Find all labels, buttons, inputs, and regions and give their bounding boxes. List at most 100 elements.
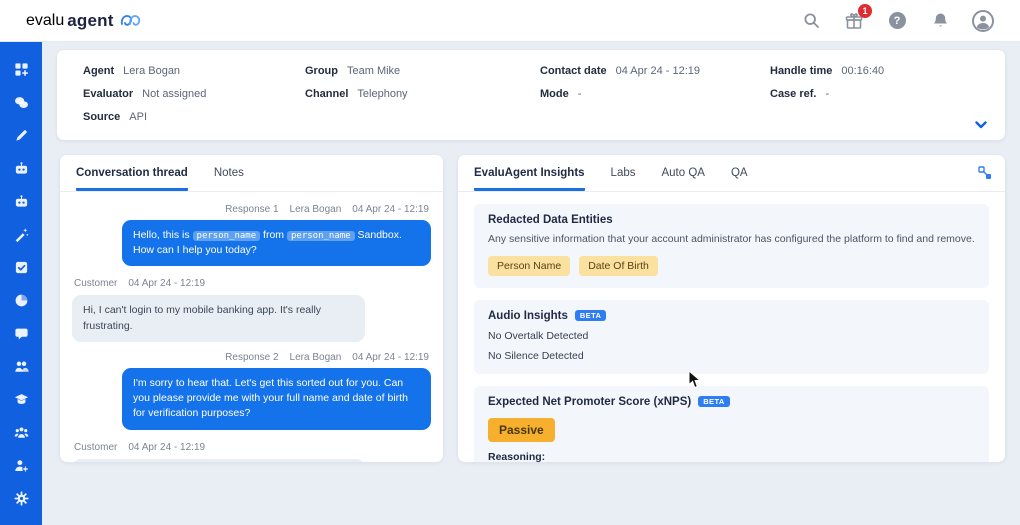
xnps-section: Expected Net Promoter Score (xNPS) BETA … [474, 386, 989, 462]
conversation-tabs: Conversation thread Notes [60, 155, 443, 192]
logo-chat-icon [120, 13, 142, 29]
message-text: from [260, 229, 287, 241]
insights-tabs: EvaluAgent Insights Labs Auto QA QA [458, 155, 1005, 192]
search-icon[interactable] [800, 10, 822, 32]
source-label: Source [83, 110, 120, 124]
redacted-entities-title: Redacted Data Entities [488, 214, 975, 226]
redacted-entities-section: Redacted Data Entities Any sensitive inf… [474, 204, 989, 288]
info-col-4: Handle time 00:16:40 Case ref. - [770, 64, 979, 124]
top-header: evaluagent 1 ? [0, 0, 1020, 42]
teams-icon[interactable] [7, 352, 35, 380]
evaluator-value: Not assigned [142, 87, 206, 101]
handle-time-field: Handle time 00:16:40 [770, 64, 979, 78]
message-time: 04 Apr 24 - 12:19 [128, 278, 205, 289]
handle-time-label: Handle time [770, 64, 832, 78]
mode-field: Mode - [540, 87, 770, 101]
message-time: 04 Apr 24 - 12:19 [128, 442, 205, 453]
message-text: I'm sorry to hear that. Let's get this s… [133, 377, 408, 419]
community-icon[interactable] [7, 418, 35, 446]
magic-wand-icon[interactable] [7, 220, 35, 248]
gift-icon[interactable]: 1 [843, 10, 865, 32]
learning-icon[interactable] [7, 385, 35, 413]
entity-chip-date-of-birth: Date Of Birth [579, 256, 658, 276]
settings-icon[interactable] [7, 484, 35, 512]
dashboard-icon[interactable] [7, 55, 35, 83]
chevron-down-icon[interactable] [973, 118, 989, 132]
handle-time-value: 00:16:40 [841, 64, 884, 78]
contact-date-label: Contact date [540, 64, 607, 78]
entity-chips: Person Name Date Of Birth [488, 256, 975, 276]
case-ref-field: Case ref. - [770, 87, 979, 101]
bot-icon[interactable] [7, 154, 35, 182]
redaction-chip: person_name [287, 231, 355, 241]
messages-list: Response 1 Lera Bogan 04 Apr 24 - 12:19 … [60, 192, 443, 462]
tab-qa[interactable]: QA [731, 167, 748, 191]
insights-body: Redacted Data Entities Any sensitive inf… [458, 192, 1005, 462]
tasks-icon[interactable] [7, 253, 35, 281]
user-admin-icon[interactable] [7, 451, 35, 479]
notification-badge: 1 [858, 4, 872, 18]
info-col-3: Contact date 04 Apr 24 - 12:19 Mode - [540, 64, 770, 124]
group-value: Team Mike [347, 64, 400, 78]
bell-icon[interactable] [929, 10, 951, 32]
tab-notes[interactable]: Notes [214, 167, 244, 191]
contact-date-field: Contact date 04 Apr 24 - 12:19 [540, 64, 770, 78]
evaluator-field: Evaluator Not assigned [83, 87, 305, 101]
agent-value: Lera Bogan [123, 64, 180, 78]
customer-2-meta: Customer 04 Apr 24 - 12:19 [74, 442, 429, 453]
agent-message-bubble: Hello, this is person_name from person_n… [122, 220, 431, 266]
agent-label: Agent [83, 64, 114, 78]
beta-badge: BETA [575, 310, 606, 322]
customer-message-bubble-clipped: Yeah, it's person_name. Here's my name a… [72, 459, 365, 462]
mode-value: - [578, 87, 582, 101]
conversations-icon[interactable] [7, 88, 35, 116]
help-icon[interactable]: ? [886, 10, 908, 32]
sidebar-icons [7, 55, 35, 517]
audio-insights-title-row: Audio Insights BETA [488, 310, 975, 322]
message-text: Hi, I can't login to my mobile banking a… [83, 304, 321, 331]
beta-badge: BETA [698, 396, 729, 408]
customer-message-bubble: Hi, I can't login to my mobile banking a… [72, 295, 365, 341]
info-col-1: Agent Lera Bogan Evaluator Not assigned … [83, 64, 305, 124]
xnps-title-row: Expected Net Promoter Score (xNPS) BETA [488, 396, 975, 408]
case-ref-label: Case ref. [770, 87, 816, 101]
agent-name: Lera Bogan [290, 204, 342, 215]
group-label: Group [305, 64, 338, 78]
customer-1-meta: Customer 04 Apr 24 - 12:19 [74, 278, 429, 289]
xnps-title: Expected Net Promoter Score (xNPS) [488, 396, 691, 408]
tab-evaluagent-insights[interactable]: EvaluAgent Insights [474, 167, 585, 191]
screen: evaluagent 1 ? [0, 0, 1020, 525]
channel-field: Channel Telephony [305, 87, 540, 101]
logo-text-bold: agent [67, 11, 113, 31]
info-col-2: Group Team Mike Channel Telephony [305, 64, 540, 124]
tab-auto-qa[interactable]: Auto QA [661, 167, 704, 191]
source-field: Source API [83, 110, 305, 124]
message-time: 04 Apr 24 - 12:19 [352, 204, 429, 215]
insights-card: EvaluAgent Insights Labs Auto QA QA Reda… [458, 155, 1005, 462]
comments-icon[interactable] [7, 319, 35, 347]
reports-icon[interactable] [7, 286, 35, 314]
tab-conversation-thread[interactable]: Conversation thread [76, 167, 188, 191]
response-number: Response 1 [225, 204, 278, 215]
conversation-card: Conversation thread Notes Response 1 Ler… [60, 155, 443, 462]
channel-label: Channel [305, 87, 348, 101]
speaker-name: Customer [74, 278, 117, 289]
bot-alt-icon[interactable] [7, 187, 35, 215]
agent-name: Lera Bogan [290, 352, 342, 363]
group-field: Group Team Mike [305, 64, 540, 78]
avatar[interactable] [972, 10, 994, 32]
xnps-score-badge: Passive [488, 418, 555, 442]
response-1-meta: Response 1 Lera Bogan 04 Apr 24 - 12:19 [74, 204, 429, 215]
contact-date-value: 04 Apr 24 - 12:19 [616, 64, 700, 78]
channel-value: Telephony [357, 87, 407, 101]
agent-field: Agent Lera Bogan [83, 64, 305, 78]
evaluagent-logo[interactable]: evaluagent [26, 11, 142, 31]
audio-insights-section: Audio Insights BETA No Overtalk Detected… [474, 300, 989, 374]
expand-icon[interactable] [978, 166, 992, 180]
speaker-name: Customer [74, 442, 117, 453]
mode-label: Mode [540, 87, 569, 101]
compose-icon[interactable] [7, 121, 35, 149]
tab-labs[interactable]: Labs [611, 167, 636, 191]
header-icons: 1 ? [800, 10, 994, 32]
source-value: API [129, 110, 147, 124]
